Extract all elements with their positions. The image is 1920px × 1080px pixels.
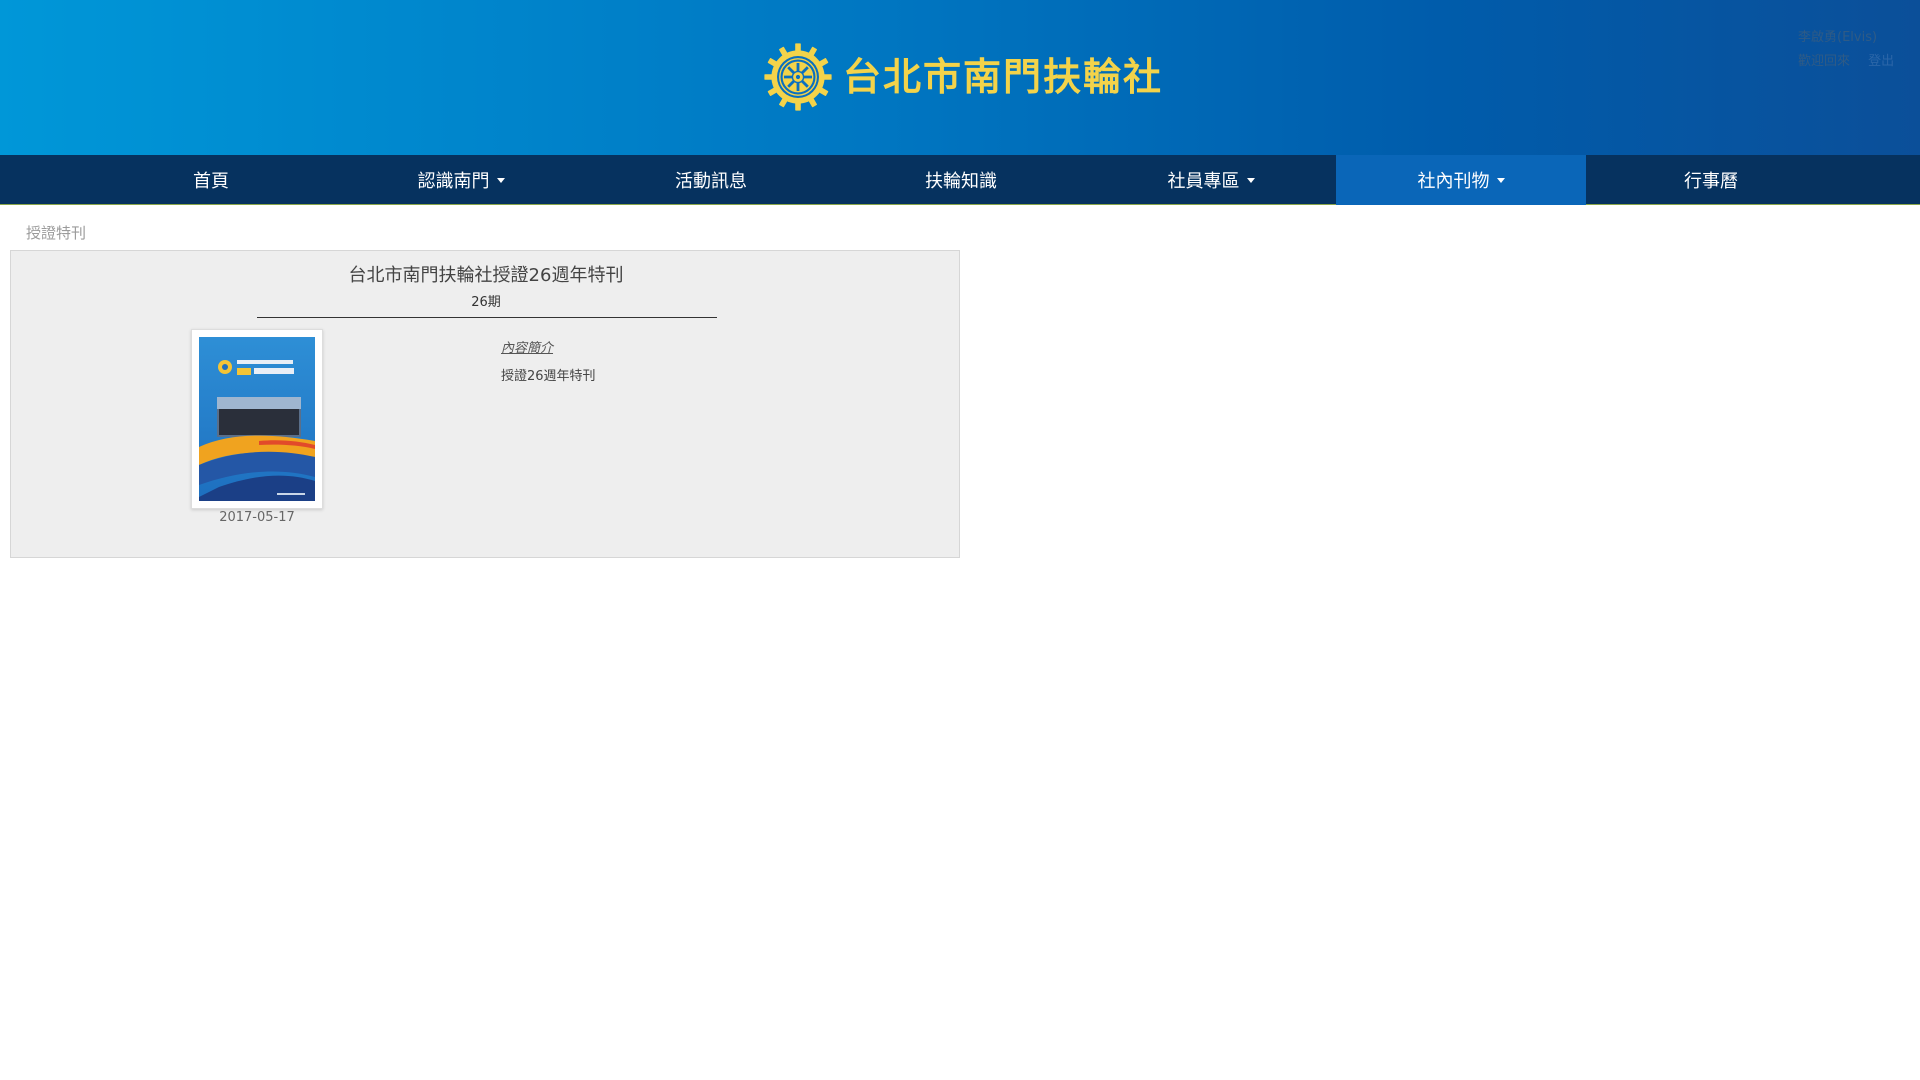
rotary-wheel-icon — [764, 43, 832, 111]
site-header: 台北市南門扶輪社 李啟勇(Elvis) 歡迎回來 登出 — [0, 0, 1920, 155]
logout-link[interactable]: 登出 — [1868, 54, 1894, 69]
caret-down-icon — [496, 177, 505, 183]
nav-item-label: 社員專區 — [1167, 171, 1240, 192]
site-logo[interactable]: 台北市南門扶輪社 — [763, 42, 1163, 112]
nav-item-members[interactable]: 社員專區 — [1086, 155, 1336, 205]
magazine-cover-image — [199, 337, 315, 501]
publication-cover-thumbnail[interactable] — [191, 329, 323, 509]
publication-title: 台北市南門扶輪社授證26週年特刊 — [348, 265, 624, 286]
nav-item-label: 認識南門 — [417, 171, 490, 192]
main-nav: 首頁 認識南門 活動訊息 扶輪知識 社員專區 社內刊物 行事曆 — [0, 155, 1920, 205]
caret-down-icon — [1246, 177, 1255, 183]
title-divider — [257, 317, 717, 318]
nav-item-label: 行事曆 — [1684, 171, 1738, 192]
publication-panel: 台北市南門扶輪社授證26週年特刊 26期 2017-05-17 內容簡介 授證2… — [10, 250, 960, 558]
summary-text: 授證26週年特刊 — [501, 369, 596, 384]
nav-item-publications[interactable]: 社內刊物 — [1336, 155, 1586, 205]
nav-item-calendar[interactable]: 行事曆 — [1586, 155, 1836, 205]
summary-label: 內容簡介 — [501, 341, 554, 356]
nav-item-label: 首頁 — [193, 171, 229, 192]
nav-item-label: 扶輪知識 — [925, 171, 997, 192]
caret-down-icon — [1496, 177, 1505, 183]
nav-item-label: 社內刊物 — [1417, 171, 1490, 192]
breadcrumb: 授證特刊 — [26, 224, 87, 242]
nav-item-home[interactable]: 首頁 — [86, 155, 336, 205]
user-name[interactable]: 李啟勇(Elvis) — [1798, 26, 1908, 50]
nav-item-about[interactable]: 認識南門 — [336, 155, 586, 205]
nav-item-knowledge[interactable]: 扶輪知識 — [836, 155, 1086, 205]
welcome-text: 歡迎回來 — [1798, 54, 1851, 69]
nav-item-label: 活動訊息 — [675, 171, 747, 192]
nav-item-events[interactable]: 活動訊息 — [586, 155, 836, 205]
publication-issue: 26期 — [471, 295, 501, 310]
user-box: 李啟勇(Elvis) 歡迎回來 登出 — [1798, 26, 1908, 74]
site-title: 台北市南門扶輪社 — [843, 55, 1164, 99]
publication-date: 2017-05-17 — [219, 510, 295, 525]
